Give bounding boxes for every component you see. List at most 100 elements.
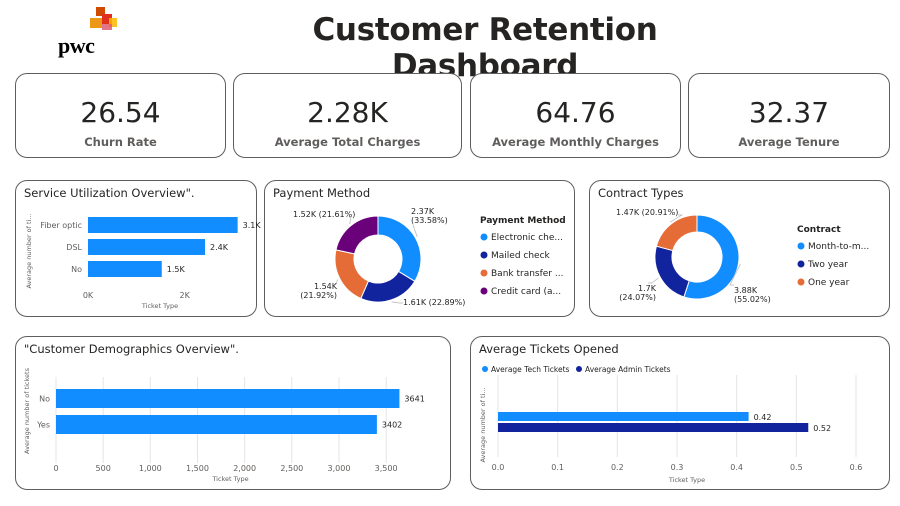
data-label: 3.1K — [243, 221, 262, 230]
x-tick-label: 1,500 — [186, 464, 209, 473]
leader-line — [391, 301, 403, 304]
x-tick-label: 0.4 — [730, 463, 743, 472]
legend-title: Contract — [797, 225, 841, 235]
kpi-value: 2.28K — [307, 96, 388, 129]
x-tick-label: 0.6 — [850, 463, 863, 472]
legend-label: Electronic che... — [491, 233, 563, 243]
payment-method-chart: 2.37K (33.58%) 1.61K (22.89%) 1.54K (21.92%)… — [293, 207, 566, 307]
category-label: Fiber optic — [40, 221, 82, 230]
slice-label: 1.54K (21.92%) — [300, 282, 338, 300]
data-label: 2.4K — [210, 243, 229, 252]
donut-slice — [655, 214, 698, 252]
kpi-card-average-total-charges[interactable]: 2.28K Average Total Charges — [233, 73, 462, 158]
legend-marker — [482, 366, 488, 372]
x-tick-label: 0K — [83, 291, 94, 300]
x-tick-label: 500 — [96, 464, 111, 473]
kpi-card-average-monthly-charges[interactable]: 64.76 Average Monthly Charges — [470, 73, 681, 158]
bar — [88, 261, 162, 277]
legend-title: Payment Method — [480, 216, 566, 226]
category-label: No — [39, 395, 50, 404]
kpi-value: 26.54 — [80, 96, 161, 129]
x-tick-label: 0.3 — [671, 463, 684, 472]
kpi-label: Average Tenure — [738, 135, 840, 149]
data-label: 1.5K — [167, 265, 186, 274]
x-axis-title: Ticket Type — [141, 302, 178, 310]
legend-marker — [480, 251, 488, 259]
legend-label: Bank transfer ... — [491, 269, 563, 279]
contract-types-panel[interactable]: Contract Types 3.88K (55.02%) 1.7K (24.07%)… — [589, 180, 890, 317]
x-tick-label: 0.5 — [790, 463, 803, 472]
average-tickets-chart: 0.0 0.1 0.2 0.3 0.4 0.5 0.6 Average Tech Ticket… — [479, 365, 863, 484]
legend-label: One year — [808, 278, 850, 288]
bar — [56, 389, 400, 408]
kpi-label: Average Total Charges — [274, 135, 421, 149]
legend-marker — [576, 366, 582, 372]
legend-label: Average Tech Tickets — [491, 365, 570, 374]
customer-demographics-chart: No 3641 Yes 3402 0 500 1,000 1,500 2,000 2,500 3,0… — [23, 367, 425, 483]
y-axis-title: Average number of tickets — [23, 367, 31, 454]
x-tick-label: 2K — [179, 291, 190, 300]
category-label: DSL — [66, 243, 82, 252]
legend-marker — [797, 242, 805, 250]
pwc-logo-mark — [90, 7, 117, 30]
x-tick-label: 0.1 — [551, 463, 564, 472]
data-label: 0.42 — [754, 413, 772, 422]
legend-label: Two year — [807, 260, 848, 270]
x-tick-label: 0 — [53, 464, 58, 473]
legend-marker — [480, 269, 488, 277]
x-axis-title: Ticket Type — [211, 475, 248, 483]
kpi-label: Average Monthly Charges — [492, 135, 659, 149]
legend-marker — [797, 260, 805, 268]
x-tick-label: 2,000 — [233, 464, 256, 473]
data-label: 3402 — [382, 421, 402, 430]
category-label: Yes — [36, 421, 50, 430]
data-label: 3641 — [404, 395, 424, 404]
x-tick-label: 3,500 — [375, 464, 398, 473]
pwc-logo: pwc — [56, 6, 120, 58]
bar — [88, 239, 206, 255]
kpi-card-churn-rate[interactable]: 26.54 Churn Rate — [15, 73, 226, 158]
bar — [88, 217, 238, 233]
kpi-label: Churn Rate — [84, 135, 157, 149]
y-axis-title: Average number of ti... — [479, 387, 487, 462]
average-tickets-panel[interactable]: Average Tickets Opened 0.0 0.1 0.2 0.3 0.4 0.… — [470, 336, 890, 490]
payment-method-panel[interactable]: Payment Method 2.37K (33.58%) 1.61K (22.89… — [264, 180, 575, 317]
legend-marker — [797, 278, 805, 286]
y-axis-title: Average number of ti... — [25, 213, 33, 288]
bar — [498, 412, 749, 421]
service-utilization-panel[interactable]: Service Utilization Overview". Fiber opt… — [15, 180, 261, 317]
legend-marker — [480, 233, 488, 241]
legend-label: Credit card (a... — [491, 287, 561, 297]
bar — [498, 423, 809, 432]
data-label: 0.52 — [813, 424, 831, 433]
contract-types-chart: 3.88K (55.02%) 1.7K (24.07%) 1.47K (20.91%) C… — [616, 208, 869, 304]
x-tick-label: 1,000 — [139, 464, 162, 473]
leader-line — [648, 277, 659, 284]
kpi-value: 64.76 — [535, 96, 616, 129]
x-tick-label: 0.0 — [492, 463, 505, 472]
bar — [56, 415, 377, 434]
service-utilization-chart: Fiber optic 3.1K DSL 2.4K No 1.5K 0K 2KTicket T… — [25, 213, 261, 310]
x-tick-label: 0.2 — [611, 463, 624, 472]
slice-label: 1.7K (24.07%) — [619, 284, 657, 302]
slice-label: 2.37K (33.58%) — [411, 207, 448, 225]
kpi-card-average-tenure[interactable]: 32.37 Average Tenure — [688, 73, 890, 158]
donut-slice — [334, 249, 370, 300]
legend-label: Average Admin Tickets — [585, 365, 671, 374]
donut-slice — [654, 245, 690, 298]
x-axis-title: Ticket Type — [668, 476, 705, 484]
slice-label: 1.47K (20.91%) — [616, 208, 678, 217]
slice-label: 1.61K (22.89%) — [403, 298, 465, 307]
x-tick-label: 3,000 — [328, 464, 351, 473]
legend-marker — [480, 287, 488, 295]
slice-label: 1.52K (21.61%) — [293, 210, 355, 219]
pwc-logo-text: pwc — [58, 33, 95, 58]
legend-label: Mailed check — [491, 251, 551, 261]
donut-slice — [335, 215, 379, 255]
kpi-value: 32.37 — [748, 96, 830, 129]
category-label: No — [71, 265, 82, 274]
legend-label: Month-to-m... — [808, 242, 869, 252]
customer-demographics-panel[interactable]: "Customer Demographics Overview". No 3641… — [15, 336, 451, 490]
slice-label: 3.88K (55.02%) — [734, 286, 771, 304]
x-tick-label: 2,500 — [280, 464, 303, 473]
